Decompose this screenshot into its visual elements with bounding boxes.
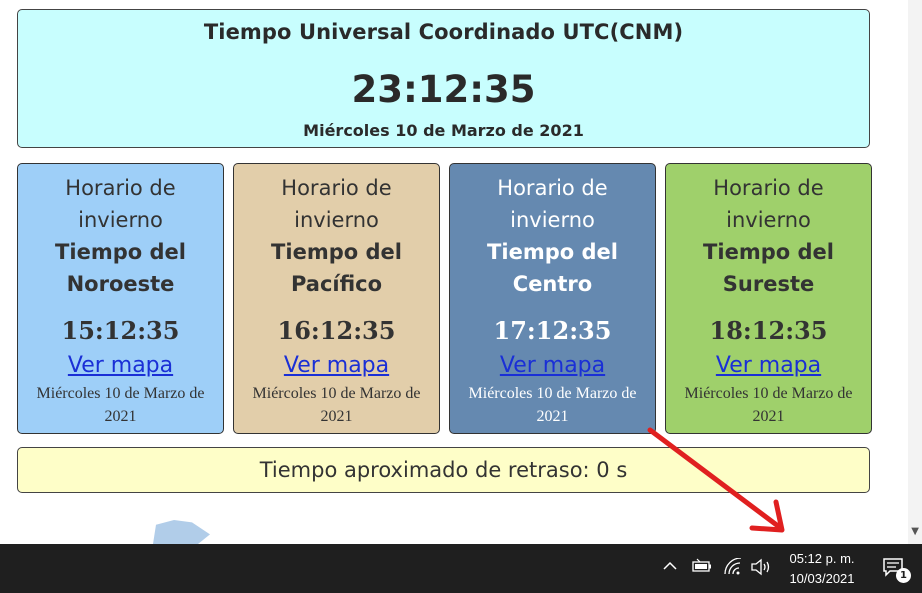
clock-date: 10/03/2021: [789, 571, 855, 586]
utc-panel: Tiempo Universal Coordinado UTC(CNM) 23:…: [17, 9, 870, 148]
zone-card-noroeste: Horario de invierno Tiempo del Noroeste …: [17, 163, 224, 434]
zone-time: 18:12:35: [709, 316, 828, 345]
clock-time: 05:12 p. m.: [789, 551, 855, 566]
zone-season-label: Horario de invierno: [65, 176, 176, 232]
zone-name: Tiempo del Sureste: [703, 240, 834, 296]
volume-icon[interactable]: [750, 558, 772, 581]
ver-mapa-link-pacifico[interactable]: Ver mapa: [234, 352, 439, 380]
red-arrow-annotation-icon: [647, 427, 785, 533]
zone-season-label: Horario de invierno: [713, 176, 824, 232]
zone-date: Miércoles 10 de Marzo de 2021: [36, 385, 205, 425]
map-fragment-image[interactable]: [153, 520, 210, 544]
system-clock[interactable]: 05:12 p. m. 10/03/2021: [782, 549, 862, 589]
zone-name: Tiempo del Centro: [487, 240, 618, 296]
zone-time: 15:12:35: [61, 316, 180, 345]
zone-card-sureste: Horario de invierno Tiempo del Sureste 1…: [665, 163, 872, 434]
zone-card-pacifico: Horario de invierno Tiempo del Pacífico …: [233, 163, 440, 434]
ver-mapa-link-noroeste[interactable]: Ver mapa: [18, 352, 223, 380]
ver-mapa-link-sureste[interactable]: Ver mapa: [666, 352, 871, 380]
zone-date: Miércoles 10 de Marzo de 2021: [468, 385, 637, 425]
utc-date: Miércoles 10 de Marzo de 2021: [303, 121, 584, 140]
zone-season-label: Horario de invierno: [497, 176, 608, 232]
utc-time: 23:12:35: [351, 68, 536, 111]
zone-name: Tiempo del Pacífico: [271, 240, 402, 296]
windows-taskbar: 05:12 p. m. 10/03/2021 1: [0, 544, 922, 593]
battery-icon[interactable]: [691, 558, 713, 579]
zone-time: 16:12:35: [277, 316, 396, 345]
zone-season-label: Horario de invierno: [281, 176, 392, 232]
zone-date: Miércoles 10 de Marzo de 2021: [252, 385, 421, 425]
chevron-up-icon[interactable]: [662, 558, 678, 579]
scrollbar[interactable]: [908, 0, 922, 544]
zone-time: 17:12:35: [493, 316, 612, 345]
scroll-down-arrow-icon[interactable]: ▼: [911, 526, 919, 537]
wifi-icon[interactable]: [723, 557, 743, 581]
notification-count-badge: 1: [896, 568, 911, 583]
zone-name: Tiempo del Noroeste: [55, 240, 186, 296]
zone-card-centro: Horario de invierno Tiempo del Centro 17…: [449, 163, 656, 434]
ver-mapa-link-centro[interactable]: Ver mapa: [450, 352, 655, 380]
utc-title: Tiempo Universal Coordinado UTC(CNM): [203, 20, 684, 44]
